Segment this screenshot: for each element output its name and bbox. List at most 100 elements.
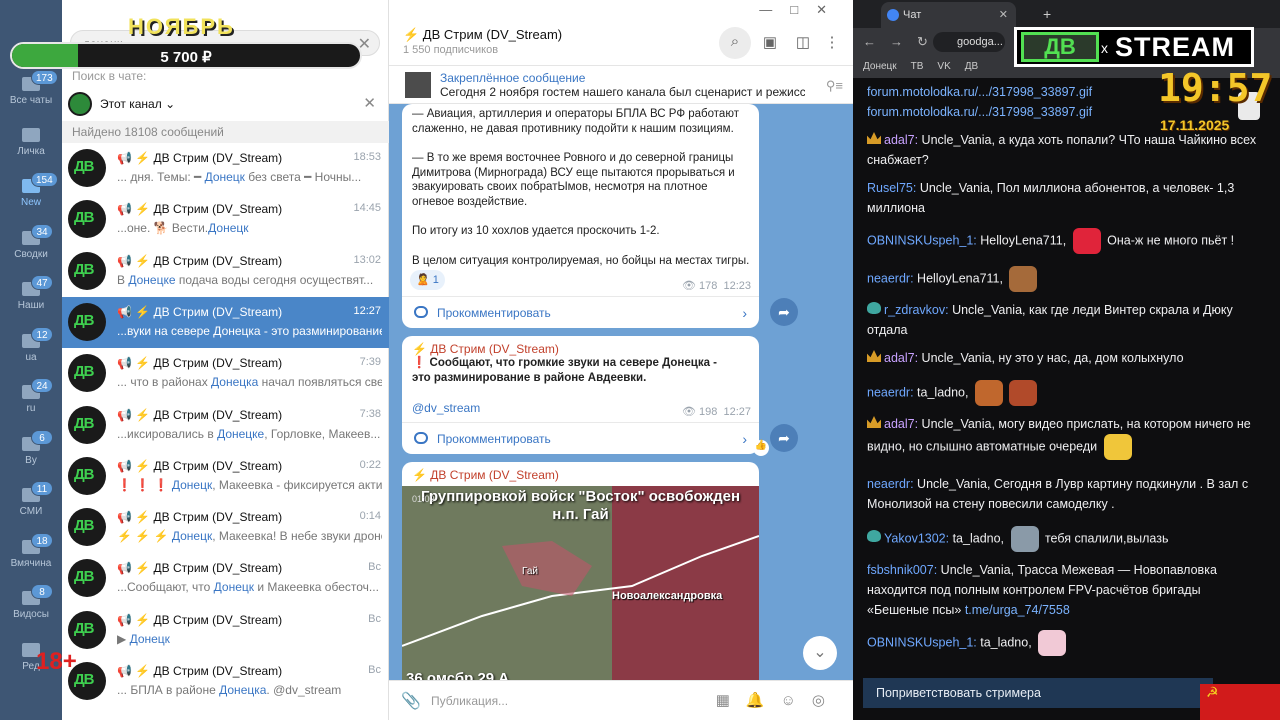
row-time: 14:45 xyxy=(353,202,381,215)
bookmark-item[interactable]: ТВ xyxy=(911,61,924,72)
composer-placeholder[interactable]: Публикация... xyxy=(431,694,508,708)
chevron-down-icon: ⌄ xyxy=(165,97,176,111)
rail-folder-1[interactable]: Все чаты 173 xyxy=(0,70,62,120)
composer-tools[interactable]: ▦🔔☺◎ xyxy=(716,691,841,709)
more-menu-icon[interactable]: ⋮ xyxy=(823,33,841,51)
rail-folder-4[interactable]: Сводки 34 xyxy=(0,224,62,274)
composer[interactable]: 📎 Публикация... ▦🔔☺◎ xyxy=(389,680,853,720)
comment-label: Прокомментировать xyxy=(437,432,551,446)
folder-label: Видосы xyxy=(13,609,49,620)
rail-folder-11[interactable]: Видосы 8 xyxy=(0,584,62,634)
thumbs-up-icon[interactable]: 👍 xyxy=(753,440,769,456)
nav-buttons[interactable]: ←→↻ xyxy=(863,34,942,50)
bookmark-item[interactable]: ДВ xyxy=(965,61,978,72)
new-tab-icon[interactable]: + xyxy=(1043,6,1051,22)
message-author[interactable]: ⚡ ДВ Стрим (DV_Stream) xyxy=(412,468,559,482)
window-controls[interactable]: —□✕ xyxy=(759,2,845,18)
chat-username[interactable]: fsbshnik007: xyxy=(867,563,937,577)
pinned-text: Сегодня 2 ноября гостем нашего канала бы… xyxy=(440,85,805,99)
scroll-down-button[interactable]: ⌄ xyxy=(803,636,837,670)
channel-avatar xyxy=(68,149,106,187)
rail-folder-2[interactable]: Личка xyxy=(0,121,62,171)
chat-link[interactable]: forum.motolodka.ru/.../317998_33897.gif xyxy=(867,105,1092,119)
donation-progress-bar: 5 700 ₽ xyxy=(10,42,362,69)
chat-link[interactable]: forum.motolodka.ru/.../317998_33897.gif xyxy=(867,85,1092,99)
attach-icon[interactable]: 📎 xyxy=(401,691,421,711)
chat-username[interactable]: adal7: xyxy=(884,417,918,431)
rail-folder-6[interactable]: ua 12 xyxy=(0,327,62,377)
row-title: 📢 ⚡ ДВ Стрим (DV_Stream) xyxy=(117,253,283,268)
comment-button[interactable]: Прокомментировать › xyxy=(402,296,759,328)
search-result-row[interactable]: 📢 ⚡ ДВ Стрим (DV_Stream) 13:02 В Донецке п… xyxy=(62,246,389,297)
bookmark-item[interactable]: Донецк xyxy=(863,61,897,72)
chat-username[interactable]: neaerdr: xyxy=(867,271,914,285)
forward-button[interactable]: ➦ xyxy=(770,298,798,326)
chat-text: Uncle_Vania, ну это у нас, да, дом колых… xyxy=(918,351,1184,365)
message-paragraph: В целом ситуация контролируемая, но бойц… xyxy=(412,254,750,267)
row-title: 📢 ⚡ ДВ Стрим (DV_Stream) xyxy=(117,356,283,371)
comment-icon xyxy=(414,432,428,444)
close-scope-icon[interactable]: ✕ xyxy=(363,94,376,112)
chat-username[interactable]: adal7: xyxy=(884,351,918,365)
search-result-row[interactable]: 📢 ⚡ ДВ Стрим (DV_Stream) 0:14 ⚡ ⚡ ⚡ Донецк… xyxy=(62,502,389,553)
snippet-highlight: Донецка xyxy=(211,375,259,390)
snippet-highlight: Донецке xyxy=(128,272,176,287)
search-result-row[interactable]: 📢 ⚡ ДВ Стрим (DV_Stream) Вс ▶ Донецк xyxy=(62,605,389,656)
channel-link[interactable]: @dv_stream xyxy=(412,401,480,415)
search-result-row[interactable]: 📢 ⚡ ДВ Стрим (DV_Stream) Вс ... БПЛА в рай… xyxy=(62,656,389,707)
rail-folder-3[interactable]: New 154 xyxy=(0,172,62,222)
search-scope-selector[interactable]: Этот канал ⌄ ✕ xyxy=(68,91,384,117)
chat-username[interactable]: r_zdravkov: xyxy=(884,303,949,317)
search-result-row[interactable]: 📢 ⚡ ДВ Стрим (DV_Stream) 12:27 ...вуки на … xyxy=(62,296,389,348)
search-result-row[interactable]: 📢 ⚡ ДВ Стрим (DV_Stream) Вс ...Сообщают, ч… xyxy=(62,553,389,604)
rail-folder-8[interactable]: By 6 xyxy=(0,430,62,480)
message-time: 12:23 xyxy=(723,280,751,292)
chat-message: adal7: Uncle_Vania, ну это у нас, да, до… xyxy=(867,348,1257,368)
snippet-text: ...иксировались в xyxy=(117,426,218,441)
chat-link[interactable]: t.me/urga_74/7558 xyxy=(965,603,1070,617)
chat-message: OBNINSKUspeh_1: ta_ladno, xyxy=(867,630,1257,656)
chat-username[interactable]: OBNINSKUspeh_1: xyxy=(867,233,977,247)
video-map-preview[interactable]: Группировкой войск "Восток" освобожден н… xyxy=(402,486,759,680)
channel-title[interactable]: ⚡ ДВ Стрим (DV_Stream) xyxy=(403,27,562,43)
message-author[interactable]: ⚡ ДВ Стрим (DV_Stream) xyxy=(412,342,559,356)
snippet-highlight: Донецка xyxy=(219,683,267,697)
chat-username[interactable]: Rusel75: xyxy=(867,181,916,195)
chat-text: Uncle_Vania, могу видео прислать, на кот… xyxy=(867,417,1251,454)
rail-folder-7[interactable]: ru 24 xyxy=(0,378,62,428)
chat-message: adal7: Uncle_Vania, могу видео прислать,… xyxy=(867,414,1257,460)
close-tab-icon[interactable]: ✕ xyxy=(999,8,1008,21)
snippet-text: . @dv_stream xyxy=(266,683,342,697)
row-time: Вс xyxy=(368,561,381,574)
search-result-row[interactable]: 📢 ⚡ ДВ Стрим (DV_Stream) 14:45 ...оне. 🐕 В… xyxy=(62,194,389,245)
pin-list-icon[interactable]: ⚲≡ xyxy=(826,78,843,94)
row-title: 📢 ⚡ ДВ Стрим (DV_Stream) xyxy=(117,561,283,576)
rail-folder-5[interactable]: Наши 47 xyxy=(0,275,62,325)
message-paragraph: — В то же время восточнее Ровного и до с… xyxy=(412,152,735,208)
live-stream-icon[interactable]: ▣ xyxy=(761,33,779,51)
rail-folder-9[interactable]: СМИ 11 xyxy=(0,481,62,531)
forward-button[interactable]: ➦ xyxy=(770,424,798,452)
chat-username[interactable]: Yakov1302: xyxy=(884,531,949,545)
pinned-thumbnail xyxy=(405,72,431,98)
snippet-text: ▶ xyxy=(117,631,130,646)
reaction-chip[interactable]: 🙎 1 xyxy=(410,270,445,290)
chat-username[interactable]: OBNINSKUspeh_1: xyxy=(867,635,977,649)
search-result-row[interactable]: 📢 ⚡ ДВ Стрим (DV_Stream) 0:22 ❗ ❗ ❗ Донецк… xyxy=(62,451,389,502)
bookmark-item[interactable]: VK xyxy=(937,61,950,72)
sidebar-toggle-icon[interactable]: ◫ xyxy=(794,33,812,51)
chat-username[interactable]: adal7: xyxy=(884,133,918,147)
rail-folder-10[interactable]: Вмячина 18 xyxy=(0,533,62,583)
search-icon[interactable]: ⌕ xyxy=(726,33,744,51)
chat-username[interactable]: neaerdr: xyxy=(867,385,914,399)
greet-streamer-button[interactable]: Поприветствовать стримера xyxy=(863,678,1213,708)
comment-button[interactable]: Прокомментировать › xyxy=(402,422,759,454)
search-result-row[interactable]: 📢 ⚡ ДВ Стрим (DV_Stream) 18:53 ... дня. Те… xyxy=(62,143,389,194)
chat-username[interactable]: neaerdr: xyxy=(867,477,914,491)
search-result-row[interactable]: 📢 ⚡ ДВ Стрим (DV_Stream) 7:39 ... что в ра… xyxy=(62,348,389,399)
pinned-message-bar[interactable]: Закреплённое сообщение Сегодня 2 ноября … xyxy=(389,66,853,104)
browser-tab[interactable]: Чат ✕ xyxy=(881,2,1016,28)
url-field[interactable]: goodga... xyxy=(933,32,1005,52)
logo-stream: STREAM xyxy=(1115,32,1235,62)
search-result-row[interactable]: 📢 ⚡ ДВ Стрим (DV_Stream) 7:38 ...иксировал… xyxy=(62,400,389,451)
